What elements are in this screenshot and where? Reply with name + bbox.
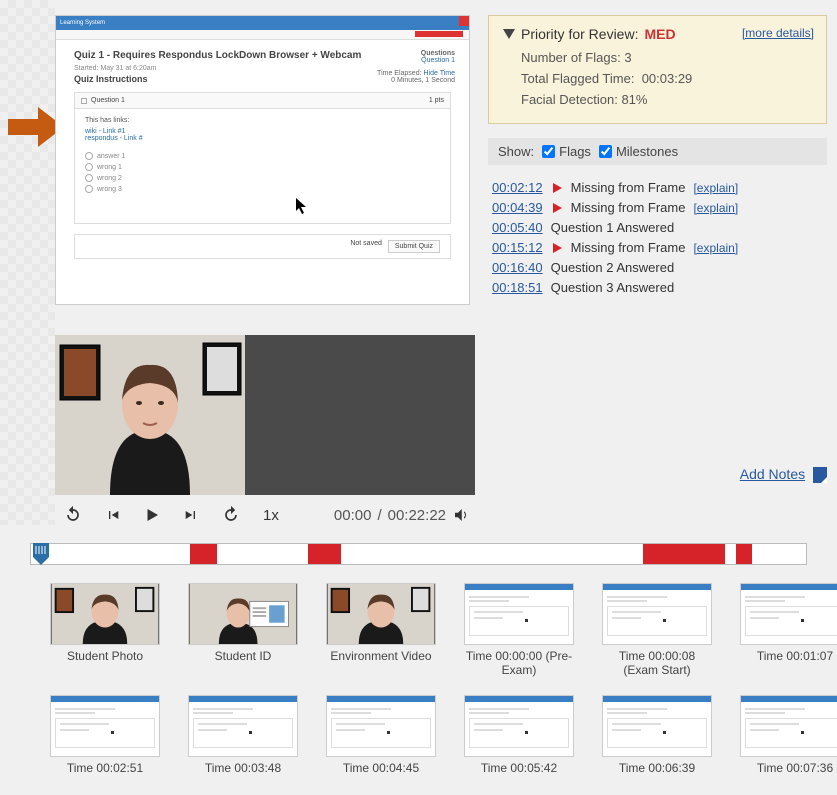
close-icon [459,16,469,26]
event-description: Question 1 Answered [551,220,675,235]
thumbnail[interactable]: Student Photo [50,583,160,677]
milestones-checkbox[interactable]: Milestones [599,144,678,159]
screen-feed [245,335,475,495]
event-timestamp-link[interactable]: 00:04:39 [492,200,543,215]
flag-icon [551,202,563,214]
quiz-sidebar: Questions Question 1 Time Elapsed: Hide … [377,50,455,84]
thumbnail[interactable]: Time 00:02:51 [50,695,160,775]
priority-level: MED [644,26,675,42]
event-timestamp-link[interactable]: 00:18:51 [492,280,543,295]
thumbnail-image[interactable] [464,583,574,645]
thumbnail-label: Time 00:00:08 (Exam Start) [602,649,712,677]
timeline-flag-region[interactable] [190,544,217,564]
flags-checkbox[interactable]: Flags [542,144,591,159]
event-description: Question 2 Answered [551,260,675,275]
forward-icon[interactable] [221,505,241,525]
thumbnail-image[interactable] [188,695,298,757]
timeline-flag-region[interactable] [643,544,724,564]
thumbnail[interactable]: Time 00:04:45 [326,695,436,775]
event-row: 00:02:12 Missing from Frame [explain] [492,180,823,195]
thumbnail-image[interactable] [50,583,160,645]
timeline-flag-region[interactable] [736,544,752,564]
thumbnail-label: Time 00:04:45 [326,761,436,775]
event-row: 00:04:39 Missing from Frame [explain] [492,200,823,215]
thumbnail-label: Time 00:01:07 [740,649,837,663]
thumbnail-label: Environment Video [326,649,436,663]
question-body: This has links: wiki - Link #1 respondus… [74,109,451,224]
cursor-icon [295,197,309,215]
note-icon[interactable] [813,467,827,483]
event-description: Missing from Frame [571,200,686,215]
explain-link[interactable]: [explain] [693,201,738,215]
thumbnail-label: Time 00:03:48 [188,761,298,775]
event-row: 00:05:40 Question 1 Answered [492,220,823,235]
event-row: 00:15:12 Missing from Frame [explain] [492,240,823,255]
flag-icon [551,182,563,194]
event-description: Missing from Frame [571,240,686,255]
event-timestamp-link[interactable]: 00:15:12 [492,240,543,255]
timeline-playhead-icon[interactable] [31,541,51,567]
event-timestamp-link[interactable]: 00:05:40 [492,220,543,235]
play-icon[interactable] [143,506,161,524]
thumbnail-image[interactable] [740,583,837,645]
next-icon[interactable] [183,507,199,523]
volume-icon[interactable] [452,506,470,524]
video-controls: 1x 00:00 / 00:22:22 [55,495,478,535]
submit-quiz-button: Submit Quiz [388,240,440,253]
more-details-link[interactable]: [more details] [742,26,814,40]
event-timestamp-link[interactable]: 00:16:40 [492,260,543,275]
thumbnail[interactable]: Student ID [188,583,298,677]
event-row: 00:18:51 Question 3 Answered [492,280,823,295]
event-timestamp-link[interactable]: 00:02:12 [492,180,543,195]
thumbnail[interactable]: Time 00:00:08 (Exam Start) [602,583,712,677]
thumbnail-label: Time 00:05:42 [464,761,574,775]
explain-link[interactable]: [explain] [693,181,738,195]
thumbnail-label: Time 00:07:36 [740,761,837,775]
thumbnail[interactable]: Time 00:00:00 (Pre-Exam) [464,583,574,677]
event-filter-bar: Show: Flags Milestones [488,138,827,165]
thumbnail-label: Student Photo [50,649,160,663]
event-description: Question 3 Answered [551,280,675,295]
thumbnail-image[interactable] [602,583,712,645]
exam-screen-recording: Learning System Questions Question 1 Tim… [55,15,470,305]
thumbnail-label: Time 00:02:51 [50,761,160,775]
total-time: 00:22:22 [388,507,446,524]
event-row: 00:16:40 Question 2 Answered [492,260,823,275]
add-notes-link[interactable]: Add Notes [740,466,805,482]
thumbnail[interactable]: Time 00:01:07 [740,583,837,677]
explain-link[interactable]: [explain] [693,241,738,255]
timeline-scrubber[interactable] [30,543,807,565]
thumbnail-image[interactable] [326,695,436,757]
thumbnail-image[interactable] [188,583,298,645]
thumbnail-label: Student ID [188,649,298,663]
thumbnail[interactable]: Time 00:03:48 [188,695,298,775]
thumbnail-image[interactable] [740,695,837,757]
thumbnail-image[interactable] [464,695,574,757]
thumbnail[interactable]: Environment Video [326,583,436,677]
thumbnail-label: Time 00:00:00 (Pre-Exam) [464,649,574,677]
thumbnail[interactable]: Time 00:07:36 [740,695,837,775]
replay-icon[interactable] [63,505,83,525]
thumbnail[interactable]: Time 00:05:42 [464,695,574,775]
question-header: Question 1 1 pts [74,92,451,109]
thumbnail-image[interactable] [326,583,436,645]
timeline-flag-region[interactable] [308,544,341,564]
thumbnail[interactable]: Time 00:06:39 [602,695,712,775]
thumbnail-label: Time 00:06:39 [602,761,712,775]
events-list: 00:02:12Missing from Frame[explain]00:04… [488,165,827,310]
collapse-triangle-icon[interactable] [503,29,515,39]
event-description: Missing from Frame [571,180,686,195]
prev-icon[interactable] [105,507,121,523]
playback-speed[interactable]: 1x [263,507,279,524]
priority-review-panel: Priority for Review: MED [more details] … [488,15,827,124]
webcam-feed [55,335,245,495]
flag-icon [551,242,563,254]
thumbnail-strip: Student Photo Student ID Environment Video… [0,565,837,795]
current-time: 00:00 [334,507,372,524]
thumbnail-image[interactable] [602,695,712,757]
thumbnail-image[interactable] [50,695,160,757]
